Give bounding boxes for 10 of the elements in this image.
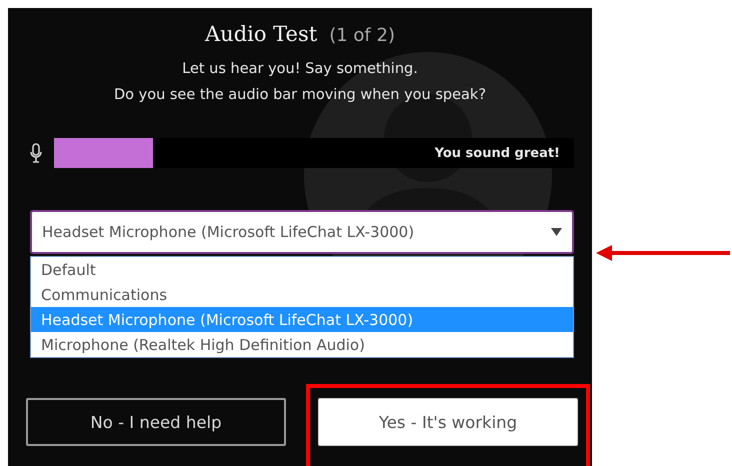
microphone-select[interactable]: Headset Microphone (Microsoft LifeChat LX-3000) (30, 210, 574, 254)
caret-icon (551, 228, 562, 236)
microphone-icon (30, 143, 42, 163)
answer-button[interactable]: No - I need help (26, 398, 286, 446)
dialog-title: Audio Test (205, 22, 318, 46)
answer-button[interactable]: Yes - It's working (318, 398, 578, 446)
instruction-text: Do you see the audio bar moving when you speak? (114, 86, 486, 105)
instruction-text: Let us hear you! Say something. (182, 60, 418, 79)
step-counter: (1 of 2) (329, 25, 395, 46)
meter-message: You sound great! (434, 146, 560, 160)
